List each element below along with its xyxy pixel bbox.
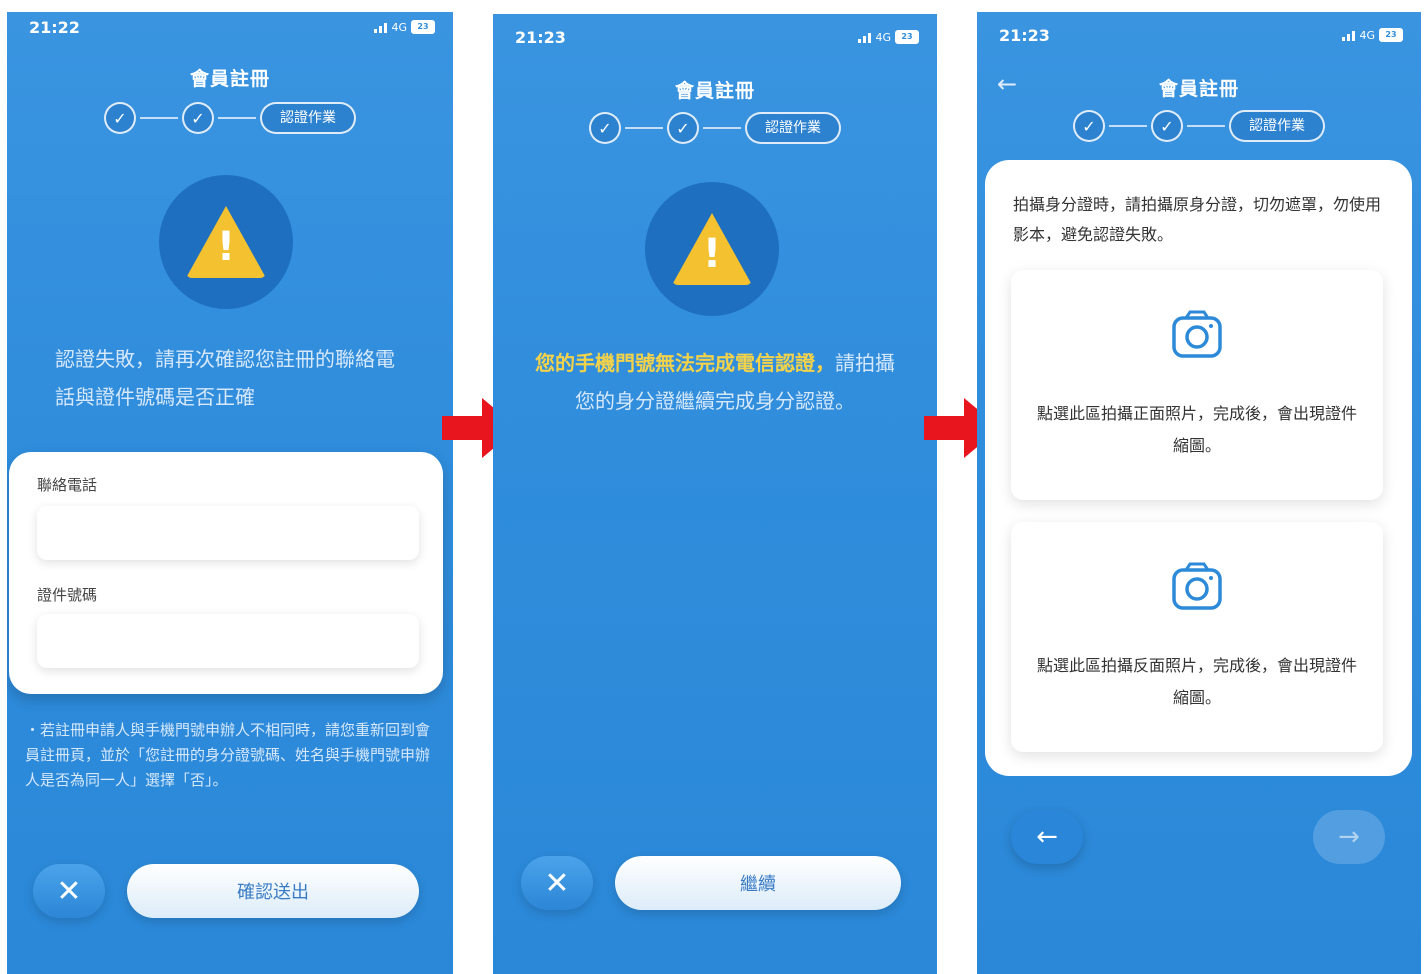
message-highlight: 您的手機門號無法完成電信認證， bbox=[535, 351, 835, 375]
warning-badge: ! bbox=[159, 175, 293, 309]
step-done-icon: ✓ bbox=[667, 112, 699, 144]
signal-icon bbox=[1342, 29, 1356, 41]
screen-auth-failed: 21:22 4G 23 會員註冊 ✓ ✓ 認證作業 ! 認證失敗，請再次確認您註… bbox=[7, 12, 453, 974]
step-current: 認證作業 bbox=[260, 102, 356, 134]
status-indicators: 4G 23 bbox=[858, 30, 919, 44]
left-arrow-icon: ← bbox=[1036, 822, 1058, 852]
step-connector bbox=[1109, 125, 1147, 127]
continue-button[interactable]: 繼續 bbox=[615, 856, 901, 910]
front-photo-text: 點選此區拍攝正面照片，完成後，會出現證件縮圖。 bbox=[1036, 404, 1357, 455]
id-number-input[interactable] bbox=[37, 614, 419, 668]
warning-badge: ! bbox=[645, 182, 779, 316]
step-indicator: ✓ ✓ 認證作業 bbox=[493, 112, 937, 144]
network-label: 4G bbox=[1359, 28, 1375, 42]
next-button[interactable]: → bbox=[1313, 810, 1385, 864]
screen-telecom-failed: 21:23 4G 23 會員註冊 ✓ ✓ 認證作業 ! 您的手機門號無法完成電信… bbox=[493, 14, 937, 974]
status-time: 21:23 bbox=[999, 26, 1050, 45]
back-photo-area[interactable]: 點選此區拍攝反面照片，完成後，會出現證件縮圖。 bbox=[1011, 522, 1383, 752]
step-connector bbox=[703, 127, 741, 129]
info-message: 您的手機門號無法完成電信認證，請拍攝您的身分證繼續完成身分認證。 bbox=[533, 344, 897, 420]
front-photo-area[interactable]: 點選此區拍攝正面照片，完成後，會出現證件縮圖。 bbox=[1011, 270, 1383, 500]
close-button[interactable]: ✕ bbox=[33, 864, 105, 918]
warning-icon: ! bbox=[672, 213, 752, 285]
step-connector bbox=[1187, 125, 1225, 127]
step-connector bbox=[140, 117, 178, 119]
back-photo-text: 點選此區拍攝反面照片，完成後，會出現證件縮圖。 bbox=[1036, 656, 1357, 707]
camera-icon bbox=[1172, 310, 1222, 358]
network-label: 4G bbox=[391, 20, 407, 34]
step-current: 認證作業 bbox=[1229, 110, 1325, 142]
battery-icon: 23 bbox=[411, 20, 435, 34]
step-current: 認證作業 bbox=[745, 112, 841, 144]
close-icon: ✕ bbox=[544, 865, 570, 901]
page-title: 會員註冊 bbox=[674, 80, 755, 102]
notice-text: ・若註冊申請人與手機門號申辦人不相同時，請您重新回到會員註冊頁，並於「您註冊的身… bbox=[25, 721, 431, 789]
step-indicator: ✓ ✓ 認證作業 bbox=[7, 102, 453, 134]
verification-form: 聯絡電話 證件號碼 bbox=[9, 452, 443, 694]
status-time: 21:22 bbox=[29, 18, 80, 37]
status-indicators: 4G 23 bbox=[374, 20, 435, 34]
close-button[interactable]: ✕ bbox=[521, 856, 593, 910]
signal-icon bbox=[374, 21, 388, 33]
phone-label: 聯絡電話 bbox=[37, 476, 98, 494]
status-time: 21:23 bbox=[515, 28, 566, 47]
phone-input[interactable] bbox=[37, 506, 419, 560]
right-arrow-icon: → bbox=[1338, 822, 1360, 852]
page-title: 會員註冊 bbox=[189, 68, 270, 90]
warning-icon: ! bbox=[186, 206, 266, 278]
screen-id-upload: 21:23 4G 23 ← 會員註冊 ✓ ✓ 認證作業 拍攝身分證時，請拍攝原身… bbox=[977, 12, 1421, 974]
step-done-icon: ✓ bbox=[182, 102, 214, 134]
photo-hint: 拍攝身分證時，請拍攝原身分證，切勿遮罩，勿使用影本，避免認證失敗。 bbox=[1013, 195, 1382, 244]
step-indicator: ✓ ✓ 認證作業 bbox=[977, 110, 1421, 142]
error-message: 認證失敗，請再次確認您註冊的聯絡電話與證件號碼是否正確 bbox=[55, 347, 395, 409]
previous-button[interactable]: ← bbox=[1011, 810, 1083, 864]
step-done-icon: ✓ bbox=[1073, 110, 1105, 142]
signal-icon bbox=[858, 31, 872, 43]
network-label: 4G bbox=[875, 30, 891, 44]
camera-icon bbox=[1172, 562, 1222, 610]
battery-icon: 23 bbox=[1379, 28, 1403, 42]
battery-icon: 23 bbox=[895, 30, 919, 44]
step-done-icon: ✓ bbox=[589, 112, 621, 144]
step-connector bbox=[218, 117, 256, 119]
close-icon: ✕ bbox=[56, 873, 82, 909]
step-done-icon: ✓ bbox=[104, 102, 136, 134]
id-number-label: 證件號碼 bbox=[37, 586, 98, 604]
step-done-icon: ✓ bbox=[1151, 110, 1183, 142]
id-upload-card: 拍攝身分證時，請拍攝原身分證，切勿遮罩，勿使用影本，避免認證失敗。 點選此區拍攝… bbox=[985, 160, 1412, 776]
status-indicators: 4G 23 bbox=[1342, 28, 1403, 42]
step-connector bbox=[625, 127, 663, 129]
page-title: 會員註冊 bbox=[1158, 78, 1239, 100]
confirm-submit-button[interactable]: 確認送出 bbox=[127, 864, 419, 918]
